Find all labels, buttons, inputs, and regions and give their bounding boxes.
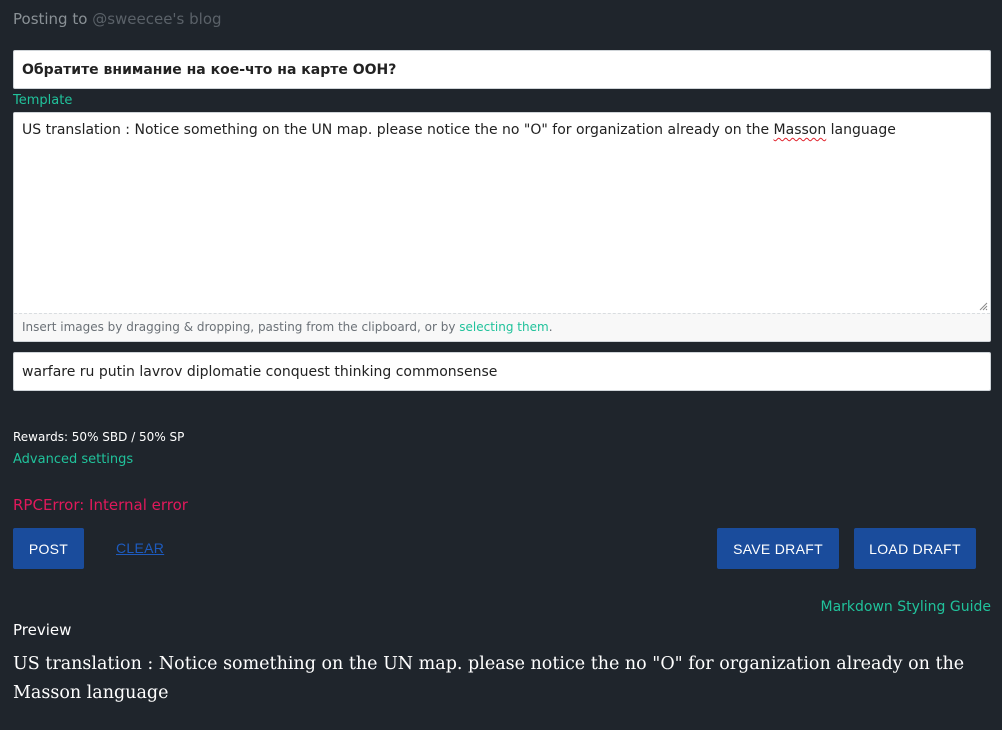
markdown-guide-link[interactable]: Markdown Styling Guide <box>820 599 991 615</box>
dropzone-period: . <box>548 320 553 334</box>
resize-grip-icon[interactable] <box>978 301 988 311</box>
image-dropzone[interactable]: Insert images by dragging & dropping, pa… <box>14 313 990 341</box>
tags-input[interactable] <box>13 352 991 391</box>
posting-to-label: Posting to <box>13 10 93 28</box>
save-draft-button[interactable]: SAVE DRAFT <box>717 528 839 569</box>
post-title-input[interactable] <box>13 50 991 89</box>
preview-body: US translation : Notice something on the… <box>13 654 965 703</box>
posting-to-line: Posting to @sweecee's blog <box>13 10 222 28</box>
template-link[interactable]: Template <box>13 93 72 108</box>
load-draft-button[interactable]: LOAD DRAFT <box>854 528 976 569</box>
error-message: RPCError: Internal error <box>13 496 188 514</box>
misspelled-word: Masson <box>773 122 827 138</box>
dropzone-hint: Insert images by dragging & dropping, pa… <box>22 320 460 334</box>
preview-heading: Preview <box>13 621 72 639</box>
body-editor: US translation : Notice something on the… <box>13 112 991 342</box>
select-images-link[interactable]: selecting them <box>459 320 548 334</box>
rewards-info: Rewards: 50% SBD / 50% SP <box>13 430 185 444</box>
clear-button[interactable]: CLEAR <box>116 540 164 556</box>
body-text-start: US translation : Notice something on the… <box>22 122 774 138</box>
blog-name-link[interactable]: @sweecee's blog <box>92 10 221 28</box>
post-body-textarea[interactable]: US translation : Notice something on the… <box>14 113 990 314</box>
advanced-settings-link[interactable]: Advanced settings <box>13 452 133 467</box>
body-text-end: language <box>826 122 896 138</box>
post-button[interactable]: POST <box>13 528 84 569</box>
